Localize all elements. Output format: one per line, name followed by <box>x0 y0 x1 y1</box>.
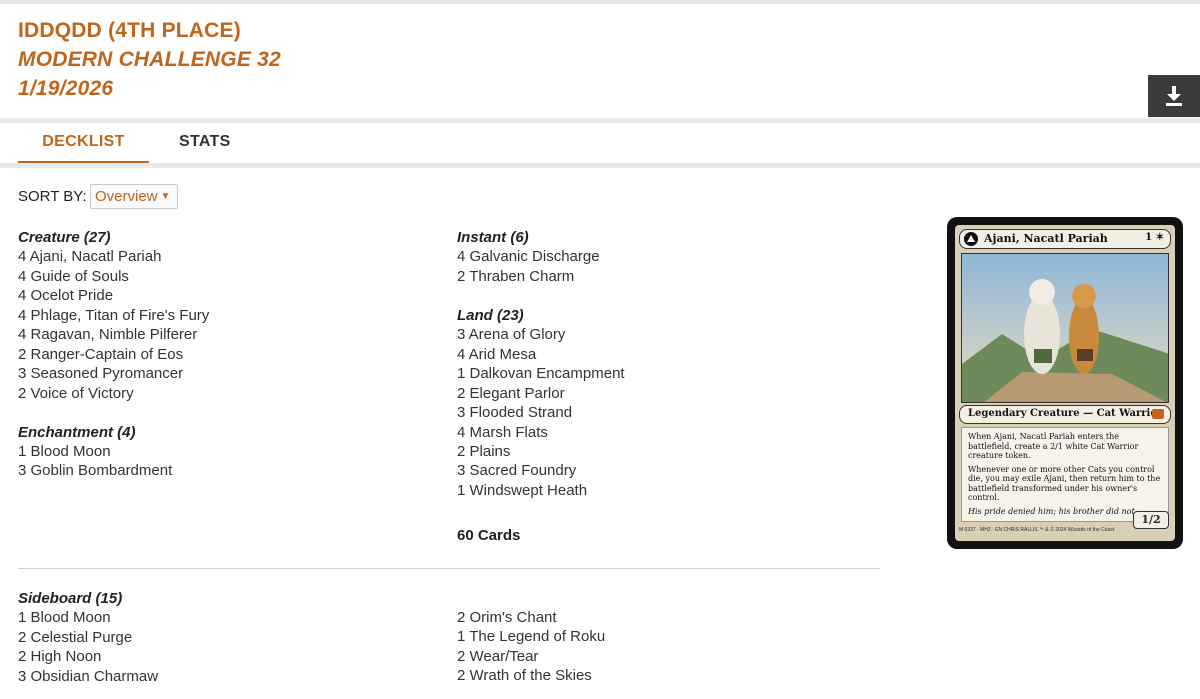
sideboard-left-column: Sideboard (15) 1 Blood Moon 2 Celestial … <box>18 589 438 686</box>
card-line: 2 Thraben Charm <box>457 267 575 285</box>
decklist-right-column: Instant (6) 4 Galvanic Discharge 2 Thrab… <box>457 228 877 500</box>
sort-select[interactable]: Overview ▼ <box>90 184 178 209</box>
section-title: Land (23) <box>457 306 524 324</box>
section-title: Instant (6) <box>457 229 529 246</box>
download-button[interactable] <box>1148 75 1200 117</box>
tab-divider <box>0 163 1200 168</box>
card-line: 1 Windswept Heath <box>457 481 588 499</box>
card-footer: M 0237 · MH3 · EN CHRIS RALLIS ™ & © 202… <box>959 527 1115 533</box>
event-title: MODERN CHALLENGE 32 <box>18 48 281 71</box>
card-art <box>961 253 1169 403</box>
card-line: 2 Voice of Victory <box>18 384 134 402</box>
card-line: 2 Elegant Parlor <box>457 384 565 402</box>
card-line: 2 High Noon <box>18 648 102 666</box>
card-frame: Ajani, Nacatl Pariah 1 ✶ Legendary Creat… <box>955 225 1175 541</box>
section-title: Creature (27) <box>18 229 111 246</box>
transform-icon <box>964 232 978 246</box>
sideboard-divider <box>18 568 880 569</box>
download-icon <box>1166 86 1182 106</box>
sort-by-label: SORT BY: <box>18 188 87 205</box>
card-line: 4 Arid Mesa <box>457 345 537 363</box>
tab-decklist[interactable]: DECKLIST <box>18 133 149 165</box>
decklist-left-column: Creature (27) 4 Ajani, Nacatl Pariah 4 G… <box>18 228 438 481</box>
card-line: 4 Galvanic Discharge <box>457 248 600 266</box>
card-line: 2 Plains <box>457 442 511 460</box>
card-line: 4 Ajani, Nacatl Pariah <box>18 248 162 266</box>
sort-select-value: Overview <box>95 188 158 205</box>
rules-text: Whenever one or more other Cats you cont… <box>968 464 1161 503</box>
player-title: IDDQDD (4TH PLACE) <box>18 19 241 42</box>
section-title: Sideboard (15) <box>18 590 123 607</box>
card-preview: Ajani, Nacatl Pariah 1 ✶ Legendary Creat… <box>947 217 1183 549</box>
card-line: 2 Orim's Chant <box>457 609 557 626</box>
card-line: 3 Seasoned Pyromancer <box>18 365 184 383</box>
tab-decklist-label: DECKLIST <box>42 133 125 150</box>
card-line: 3 Obsidian Charmaw <box>18 667 159 685</box>
sideboard-right-column: 2 Orim's Chant 1 The Legend of Roku 2 We… <box>457 608 877 686</box>
card-name-bar: Ajani, Nacatl Pariah 1 ✶ <box>959 229 1171 249</box>
card-line: 2 Wear/Tear <box>457 647 539 665</box>
chevron-down-icon: ▼ <box>160 191 171 202</box>
card-line: 2 Celestial Purge <box>18 628 133 646</box>
card-line: 4 Ocelot Pride <box>18 287 114 305</box>
card-line: 3 Goblin Bombardment <box>18 462 173 480</box>
tab-stats[interactable]: STATS <box>179 133 231 151</box>
tab-bar: DECKLIST STATS <box>0 123 1200 165</box>
set-symbol-icon <box>1152 409 1164 419</box>
card-line: 1 Blood Moon <box>18 609 111 627</box>
card-line: 4 Marsh Flats <box>457 423 548 441</box>
card-line: 4 Ragavan, Nimble Pilferer <box>18 326 198 344</box>
event-date: 1/19/2026 <box>18 77 114 100</box>
card-line: 2 Ranger-Captain of Eos <box>18 345 184 363</box>
card-line: 1 Blood Moon <box>18 442 111 460</box>
card-total: 60 Cards <box>457 527 521 544</box>
card-name: Ajani, Nacatl Pariah <box>984 232 1108 245</box>
card-text-box: When Ajani, Nacatl Pariah enters the bat… <box>961 427 1169 522</box>
card-line: 1 Dalkovan Encampment <box>457 365 625 383</box>
rules-text: When Ajani, Nacatl Pariah enters the bat… <box>968 432 1139 460</box>
deck-header: IDDQDD (4TH PLACE) MODERN CHALLENGE 32 1… <box>0 4 1200 118</box>
card-line: 4 Guide of Souls <box>18 267 129 285</box>
card-type-line: Legendary Creature — Cat Warrior <box>959 405 1171 424</box>
type-line: Legendary Creature — Cat Warrior <box>968 408 1163 419</box>
mana-cost: 1 ✶ <box>1145 232 1164 243</box>
card-line: 4 Phlage, Titan of Fire's Fury <box>18 306 210 324</box>
card-line: 3 Sacred Foundry <box>457 462 577 480</box>
card-line: 1 The Legend of Roku <box>457 628 606 646</box>
section-title: Enchantment (4) <box>18 423 136 441</box>
card-line: 3 Flooded Strand <box>457 404 573 422</box>
card-line: 2 Wrath of the Skies <box>457 667 592 685</box>
card-line: 3 Arena of Glory <box>457 326 566 344</box>
